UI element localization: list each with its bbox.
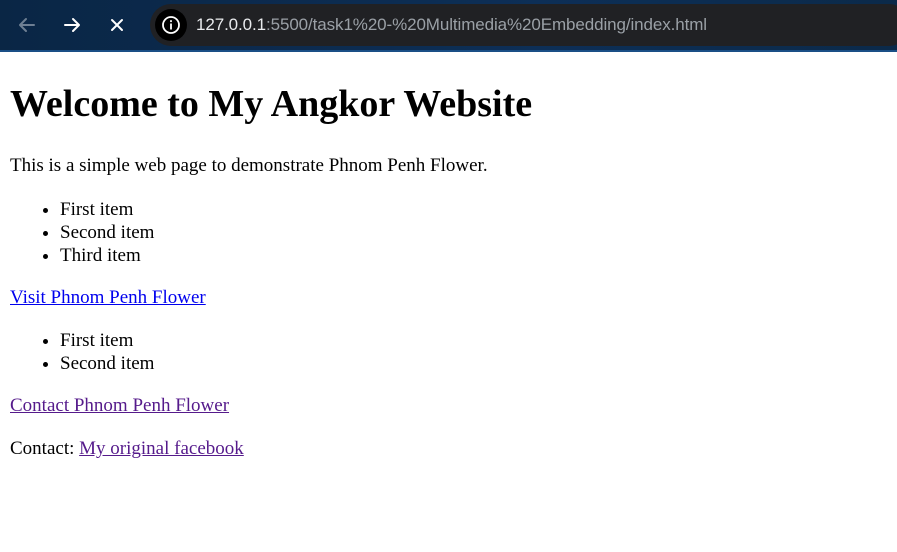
page-content: Welcome to My Angkor Website This is a s… — [10, 54, 890, 460]
url-text[interactable]: 127.0.0.1:5500/task1%20-%20Multimedia%20… — [196, 14, 707, 36]
info-icon — [162, 16, 180, 34]
arrow-right-icon — [64, 18, 80, 32]
item-list-2: First item Second item — [10, 329, 890, 375]
contact-link[interactable]: Contact Phnom Penh Flower — [10, 395, 229, 416]
site-info-button[interactable] — [155, 9, 187, 41]
arrow-left-icon — [19, 18, 35, 32]
visit-link[interactable]: Visit Phnom Penh Flower — [10, 287, 206, 308]
visit-link-paragraph: Visit Phnom Penh Flower — [10, 287, 890, 309]
intro-paragraph: This is a simple web page to demonstrate… — [10, 155, 488, 176]
item-list-1: First item Second item Third item — [10, 198, 890, 267]
list-item: Second item — [60, 221, 890, 244]
list-item: Second item — [60, 352, 890, 375]
close-icon — [111, 19, 123, 31]
forward-button[interactable] — [55, 8, 89, 42]
contact-label: Contact: — [10, 438, 80, 459]
back-button[interactable] — [10, 8, 44, 42]
list-item: Third item — [60, 244, 890, 267]
address-bar[interactable]: 127.0.0.1:5500/task1%20-%20Multimedia%20… — [150, 4, 897, 46]
facebook-link[interactable]: My original facebook — [79, 438, 244, 459]
stop-loading-button[interactable] — [100, 8, 134, 42]
list-item: First item — [60, 198, 890, 221]
url-path: :5500/task1%20-%20Multimedia%20Embedding… — [266, 15, 707, 34]
contact-paragraph: Contact: My original facebook — [10, 438, 890, 460]
list-item: First item — [60, 329, 890, 352]
page-title: Welcome to My Angkor Website — [10, 83, 533, 125]
browser-toolbar: 127.0.0.1:5500/task1%20-%20Multimedia%20… — [0, 0, 897, 52]
contact-link-paragraph: Contact Phnom Penh Flower — [10, 395, 890, 417]
url-host: 127.0.0.1 — [196, 15, 266, 34]
